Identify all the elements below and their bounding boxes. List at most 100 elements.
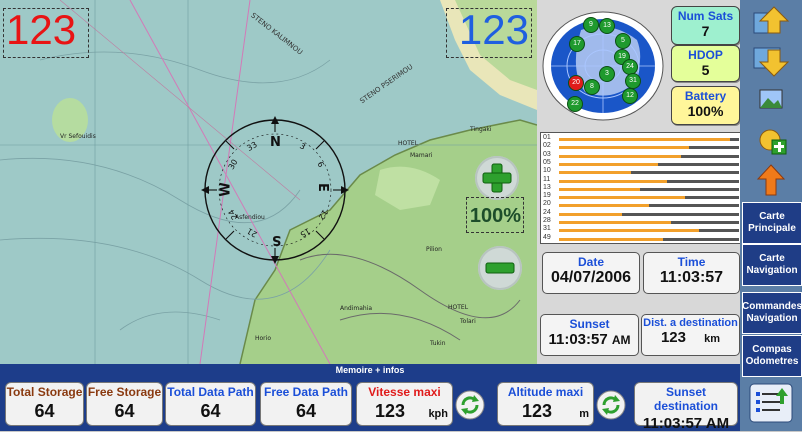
satellite-id: 31 [543,225,551,233]
distance-value: 123 [660,329,686,346]
time-value: 11:03:57 [659,269,724,286]
left-value-display: 123 [3,8,89,58]
nav-commandes-navigation[interactable]: Commandes Navigation [742,292,802,334]
time-box: Time 11:03:57 [643,252,740,294]
map-down-icon[interactable] [748,44,794,78]
plus-icon [482,163,512,193]
satellite-signal-row: 28 [543,217,739,225]
signal-track [559,138,739,141]
hdop-box: HDOP 5 [671,45,740,82]
zoom-in-button[interactable] [475,156,519,200]
info-list-icon[interactable] [748,382,794,424]
arrow-up-icon[interactable] [748,163,794,197]
satellite-id: 03 [543,150,551,158]
satellite-signal-row: 20 [543,200,739,208]
map-label: Mamari [410,152,433,159]
map-label: Vr Sefouidis [60,133,96,140]
satellite-marker: 8 [584,79,600,95]
satellite-signal-row: 02 [543,142,739,150]
sunset-destination-value: 11:03:57 AM [642,415,730,432]
sunset-value: 11:03:57 [548,331,608,348]
reset-speed-button[interactable] [455,390,485,420]
total-data-path-value: 64 [200,401,221,421]
free-data-path-label: Free Data Path [263,385,349,399]
minus-icon [485,262,515,274]
map-label: HOTEL [398,140,419,147]
time-label: Time [677,255,706,269]
signal-strength-bar [559,229,700,233]
date-value: 04/07/2006 [550,269,632,286]
signal-strength-bar [559,212,622,216]
num-sats-box: Num Sats 7 [671,6,740,45]
sunset-box: Sunset 11:03:57 AM [540,314,639,356]
satellite-signal-row: 01 [543,134,739,142]
sunset-destination-box: Sunset destination 11:03:57 AM [634,382,738,432]
signal-track [559,146,739,150]
signal-strength-bar [559,196,685,200]
add-waypoint-icon[interactable] [748,124,794,158]
max-speed-label: Vitesse maxi [368,385,441,399]
signal-strength-bar [559,187,640,191]
satellite-id: 49 [543,233,551,241]
satellite-id: 28 [543,217,551,225]
map-label: Tingaki [470,126,492,133]
satellite-marker: 13 [599,18,615,34]
satellite-marker: 17 [569,36,585,52]
satellite-id: 20 [543,200,551,208]
distance-unit: km [704,333,721,345]
sunset-label: Sunset [569,317,610,331]
signal-strength-bar [559,179,667,183]
nav-compas-odometres[interactable]: Compas Odometres [742,335,802,377]
satellite-id: 01 [543,134,551,141]
compass-east-label: E [314,183,330,192]
num-sats-value: 7 [701,23,710,39]
battery-box: Battery 100% [671,86,740,125]
date-box: Date 04/07/2006 [542,252,640,294]
map-up-icon[interactable] [748,5,794,39]
compass-north-label: N [270,135,281,150]
satellite-signal-row: 49 [543,233,739,242]
reset-altitude-button[interactable] [596,390,626,420]
signal-strength-bar [559,204,649,208]
satellite-signal-row: 11 [543,175,739,184]
satellite-signal-row: 31 [543,225,739,233]
max-altitude-label: Altitude maxi [507,385,584,399]
map-label: HOTEL [448,304,469,311]
zoom-level: 100% [466,197,524,233]
signal-track [559,154,739,158]
num-sats-label: Num Sats [677,9,734,23]
signal-track [559,221,739,225]
compass-west-label: W [218,182,234,197]
map-view[interactable]: Vr Sefouidis STENO KALIMNOU STENO PSERIM… [0,0,537,364]
total-data-path-label: Total Data Path [167,385,254,399]
satellite-id: 19 [543,192,551,200]
satellite-signal-table: 01 02 03 05 10 11 13 19 20 24 28 31 49 [540,132,742,244]
map-label: Tolari [460,318,476,325]
signal-track [559,204,739,208]
signal-strength-bar [559,171,631,175]
satellite-signal-row: 10 [543,167,739,175]
satellite-signal-row: 24 [543,209,739,217]
total-storage-label: Total Storage [6,385,83,399]
zoom-out-button[interactable] [478,246,522,290]
hdop-label: HDOP [688,48,723,62]
satellite-marker: 9 [583,17,599,33]
total-data-path-box: Total Data Path 64 [165,382,256,426]
free-storage-value: 64 [114,401,135,421]
satellite-id: 02 [543,142,551,150]
nav-carte-principale[interactable]: Carte Principale [742,202,802,244]
compass-south-label: S [272,232,282,247]
signal-track [559,212,739,216]
battery-value: 100% [687,103,724,119]
map-label: Horio [255,335,271,342]
satellite-signal-row: 13 [543,184,739,192]
sunset-destination-label: Sunset destination [653,385,718,413]
nav-carte-navigation[interactable]: Carte Navigation [742,244,802,286]
landscape-image-icon[interactable] [748,84,794,118]
max-speed-unit: kph [428,408,448,420]
satellite-marker: 5 [615,33,631,49]
sidebar: Carte Principale Carte Navigation Comman… [740,0,802,431]
satellite-id: 11 [543,175,551,183]
signal-track [559,229,739,233]
signal-strength-bar [559,138,730,141]
